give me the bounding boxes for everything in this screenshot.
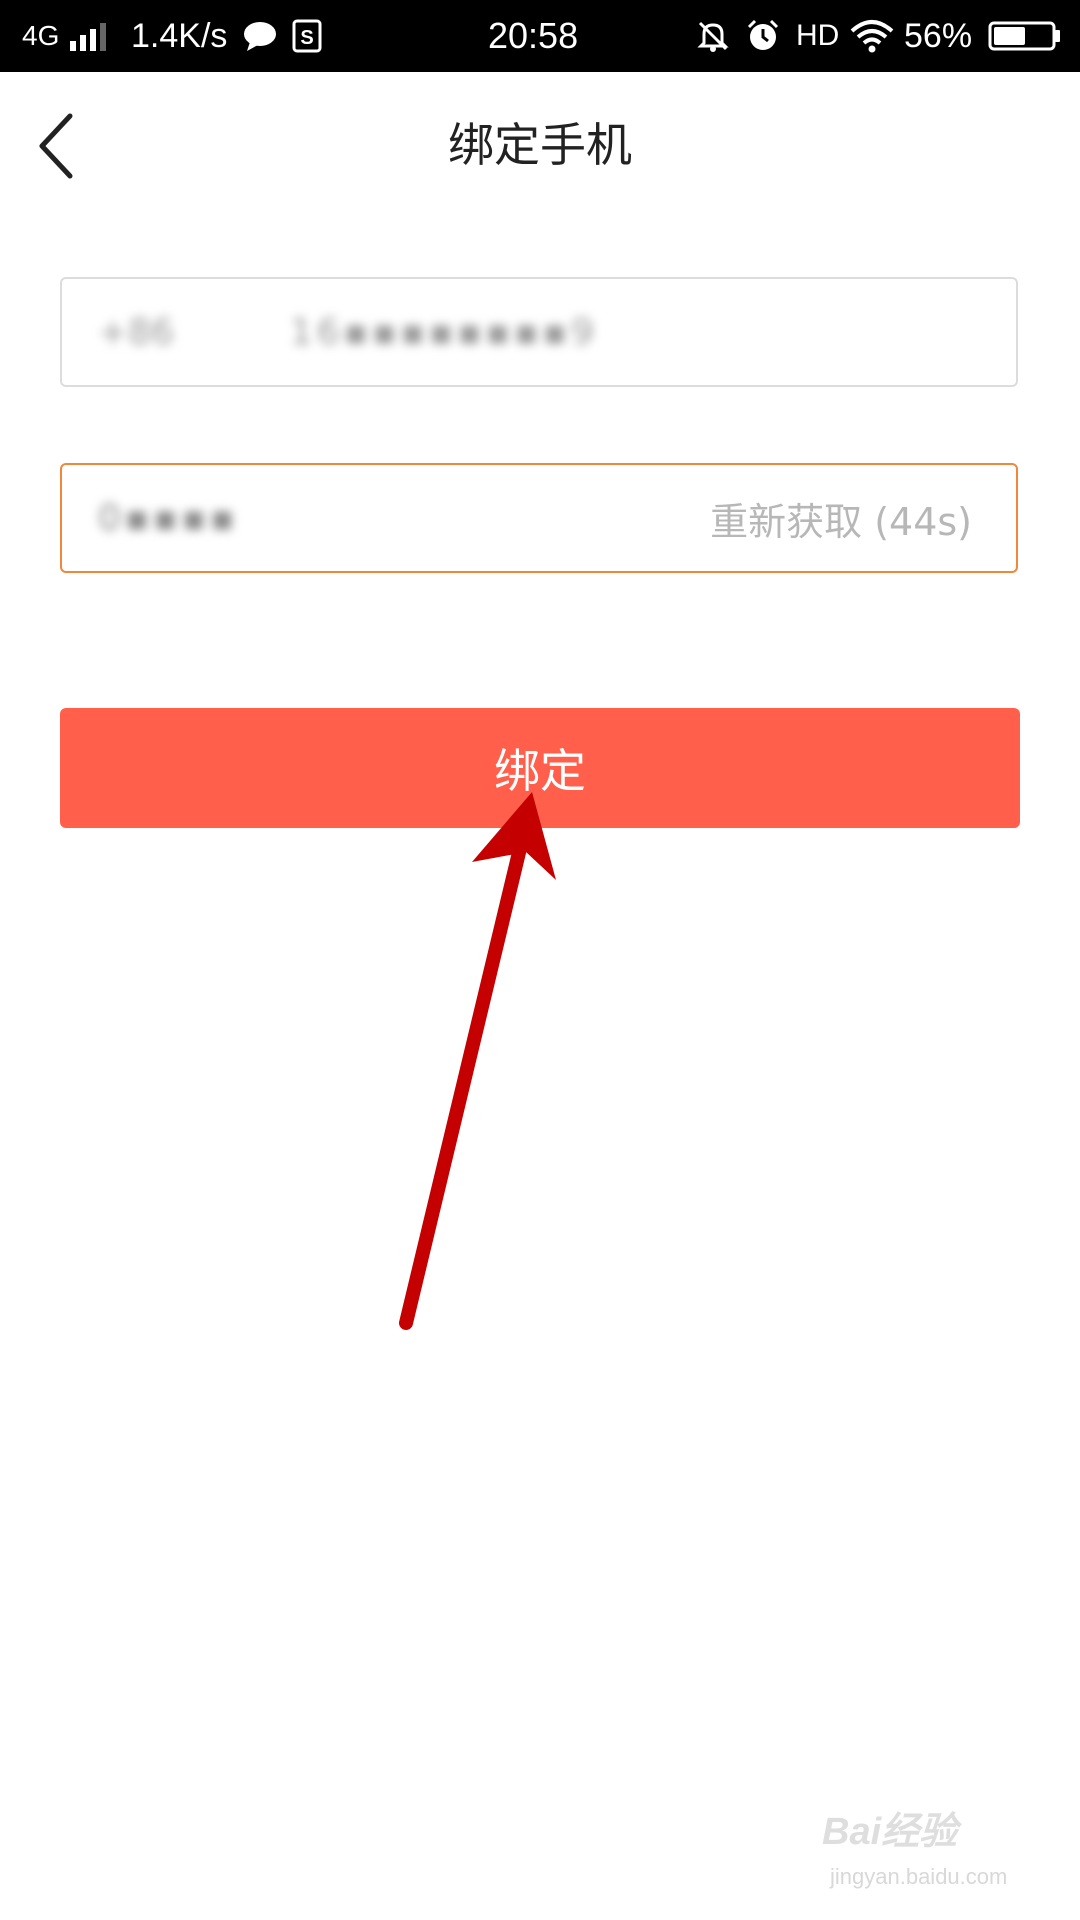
alarm-icon — [746, 0, 780, 72]
chevron-left-icon — [39, 113, 73, 179]
phone-field[interactable]: +86 16▪▪▪▪▪▪▪▪9 — [60, 277, 1018, 387]
country-code[interactable]: +86 — [98, 279, 174, 385]
status-bar: 4G 1.4K/s S 20:58 HD 56% — [0, 0, 1080, 72]
watermark-url: jingyan.baidu.com — [830, 1864, 1008, 1889]
battery-percent: 56% — [904, 16, 973, 55]
verification-code-value[interactable]: 0▪▪▪▪ — [98, 465, 239, 571]
bind-button-label: 绑定 — [494, 744, 586, 798]
network-speed: 1.4K/s — [131, 16, 228, 55]
svg-text:S: S — [300, 27, 313, 49]
hd-indicator: HD — [796, 19, 840, 52]
clock: 20:58 — [488, 15, 579, 56]
sim-icon: S — [292, 0, 322, 72]
back-button[interactable] — [28, 104, 88, 184]
network-type: 4G — [22, 20, 60, 51]
page-title: 绑定手机 — [448, 118, 632, 172]
message-icon — [242, 0, 278, 72]
watermark-logo: Bai经验 — [822, 1811, 958, 1853]
watermark: Bai经验 jingyan.baidu.com — [822, 1800, 1062, 1900]
signal-icon — [70, 0, 116, 72]
phone-number-value[interactable]: 16▪▪▪▪▪▪▪▪9 — [290, 279, 598, 385]
battery-icon — [988, 0, 1062, 72]
bind-button[interactable]: 绑定 — [60, 708, 1020, 828]
resend-code-button[interactable]: 重新获取 (44s) — [710, 465, 972, 571]
wifi-icon — [850, 0, 894, 72]
verification-code-field[interactable]: 0▪▪▪▪ 重新获取 (44s) — [60, 463, 1018, 573]
bell-muted-icon — [696, 0, 730, 72]
